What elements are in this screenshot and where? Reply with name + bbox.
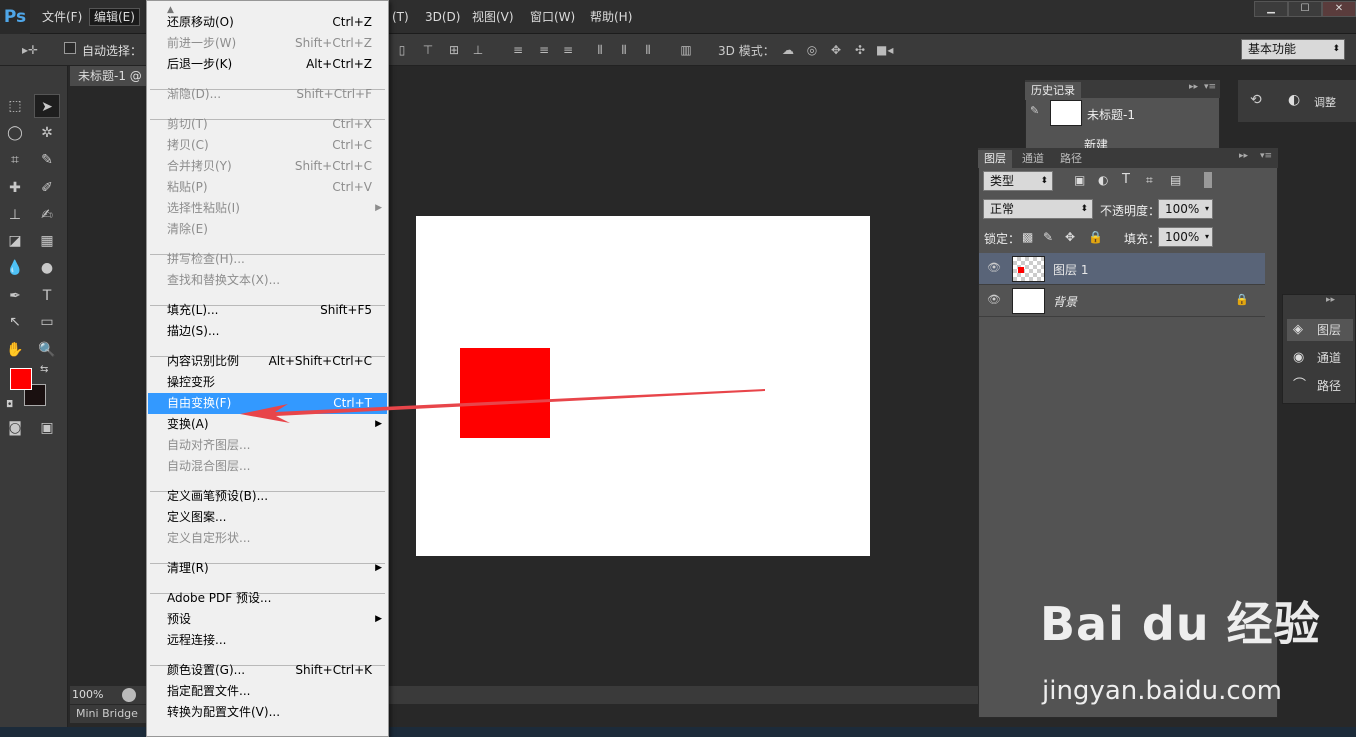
watermark: Bai du 经验 jingyan.baidu.com	[1040, 588, 1340, 708]
watermark-brand: Bai du 经验	[1040, 597, 1321, 651]
watermark-url: jingyan.baidu.com	[1042, 676, 1282, 706]
annotation-arrow	[240, 389, 765, 423]
